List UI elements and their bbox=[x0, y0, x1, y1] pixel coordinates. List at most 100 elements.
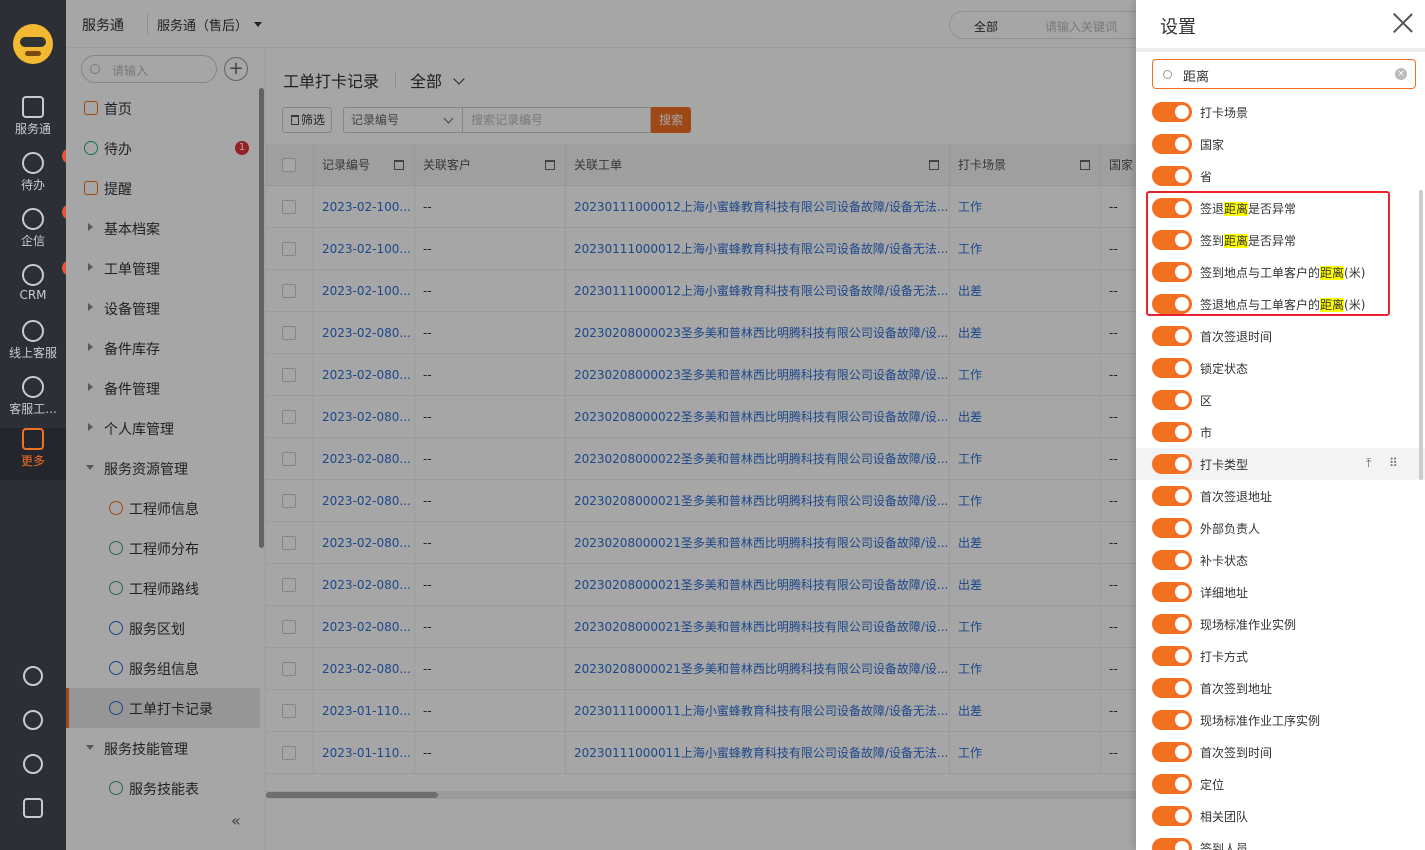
user-avatar[interactable] bbox=[13, 24, 53, 64]
visibility-toggle[interactable] bbox=[1152, 422, 1192, 442]
app-rail: 服务通 1待办 47企信 1CRM 线上客服 客服工... 更多 bbox=[0, 0, 83, 850]
field-label: 打卡方式 bbox=[1200, 648, 1248, 665]
rail-item-service[interactable]: 服务通 bbox=[0, 96, 66, 152]
visibility-toggle[interactable] bbox=[1152, 486, 1192, 506]
field-label: 相关团队 bbox=[1200, 808, 1248, 825]
visibility-toggle[interactable] bbox=[1152, 838, 1192, 850]
rail-item-service-desk[interactable]: 客服工... bbox=[0, 376, 66, 432]
field-label-text: 签到人员 bbox=[1200, 842, 1249, 850]
grid-icon bbox=[22, 428, 44, 450]
field-toggle-row[interactable]: 补卡状态 bbox=[1136, 544, 1425, 576]
field-label: 签到人员 bbox=[1200, 840, 1248, 850]
field-label-text: 打卡方式 bbox=[1200, 650, 1249, 664]
close-icon[interactable] bbox=[1392, 12, 1414, 34]
chat-icon: 47 bbox=[22, 204, 83, 230]
field-toggle-row[interactable]: 相关团队 bbox=[1136, 800, 1425, 832]
rail-item-messages[interactable]: 47企信 bbox=[0, 204, 83, 264]
field-label-text: 补卡状态 bbox=[1200, 554, 1249, 568]
field-label: 打卡场景 bbox=[1200, 104, 1248, 121]
visibility-toggle[interactable] bbox=[1152, 390, 1192, 410]
headset-icon bbox=[22, 376, 44, 398]
field-toggle-row[interactable]: 打卡类型 ⤒ ⠿ bbox=[1136, 448, 1425, 480]
field-toggle-row[interactable]: 首次签到时间 bbox=[1136, 736, 1425, 768]
pin-to-top-icon[interactable]: ⤒ bbox=[1366, 456, 1371, 471]
field-label-text: 首次签到地址 bbox=[1200, 682, 1273, 696]
field-toggle-row[interactable]: 首次签退地址 bbox=[1136, 480, 1425, 512]
field-toggle-row[interactable]: 外部负责人 bbox=[1136, 512, 1425, 544]
visibility-toggle[interactable] bbox=[1152, 742, 1192, 762]
field-label: 外部负责人 bbox=[1200, 520, 1260, 537]
visibility-toggle[interactable] bbox=[1152, 134, 1192, 154]
search-icon bbox=[1163, 70, 1172, 79]
field-toggle-row[interactable]: 详细地址 bbox=[1136, 576, 1425, 608]
field-toggle-row[interactable]: 首次签退时间 bbox=[1136, 320, 1425, 352]
field-label-text: 首次签退时间 bbox=[1200, 330, 1273, 344]
rail-item-crm[interactable]: 1CRM bbox=[0, 260, 80, 320]
rail-item-online-service[interactable]: 线上客服 bbox=[0, 320, 66, 376]
field-toggle-row[interactable]: 市 bbox=[1136, 416, 1425, 448]
field-label: 详细地址 bbox=[1200, 584, 1248, 601]
field-label-text: 省 bbox=[1200, 170, 1213, 184]
field-label-text: 外部负责人 bbox=[1200, 522, 1261, 536]
field-toggle-row[interactable]: 锁定状态 bbox=[1136, 352, 1425, 384]
field-label: 省 bbox=[1200, 168, 1212, 185]
rail-item-more[interactable]: 更多 bbox=[0, 428, 66, 480]
visibility-toggle[interactable] bbox=[1152, 166, 1192, 186]
field-toggle-row[interactable]: 区 bbox=[1136, 384, 1425, 416]
field-label-text: 区 bbox=[1200, 394, 1213, 408]
field-toggle-row[interactable]: 打卡场景 bbox=[1136, 96, 1425, 128]
clear-icon[interactable]: × bbox=[1395, 68, 1407, 80]
panel-divider bbox=[1136, 48, 1425, 52]
field-label-text: 现场标准作业工序实例 bbox=[1200, 714, 1321, 728]
field-label: 锁定状态 bbox=[1200, 360, 1248, 377]
visibility-toggle[interactable] bbox=[1152, 646, 1192, 666]
visibility-toggle[interactable] bbox=[1152, 806, 1192, 826]
field-label: 补卡状态 bbox=[1200, 552, 1248, 569]
field-toggle-row[interactable]: 国家 bbox=[1136, 128, 1425, 160]
drag-handle-icon[interactable]: ⠿ bbox=[1389, 456, 1398, 470]
field-label-text: 详细地址 bbox=[1200, 586, 1249, 600]
field-label: 国家 bbox=[1200, 136, 1224, 153]
visibility-toggle[interactable] bbox=[1152, 614, 1192, 634]
field-label-text: 打卡类型 bbox=[1200, 458, 1249, 472]
field-toggle-row[interactable]: 现场标准作业工序实例 bbox=[1136, 704, 1425, 736]
panel-scrollbar[interactable] bbox=[1419, 190, 1423, 480]
visibility-toggle[interactable] bbox=[1152, 550, 1192, 570]
visibility-toggle[interactable] bbox=[1152, 518, 1192, 538]
history-icon[interactable] bbox=[23, 754, 43, 774]
field-label: 打卡类型 bbox=[1200, 456, 1248, 473]
user-settings-icon[interactable] bbox=[23, 798, 43, 818]
smile-chat-icon bbox=[22, 320, 44, 342]
field-label: 区 bbox=[1200, 392, 1212, 409]
settings-gear-icon[interactable] bbox=[23, 710, 43, 730]
field-label: 首次签退时间 bbox=[1200, 328, 1272, 345]
field-toggle-row[interactable]: 定位 bbox=[1136, 768, 1425, 800]
modal-overlay[interactable] bbox=[66, 0, 1136, 850]
service-icon bbox=[22, 96, 44, 118]
field-toggle-row[interactable]: 省 bbox=[1136, 160, 1425, 192]
visibility-toggle[interactable] bbox=[1152, 102, 1192, 122]
help-icon[interactable] bbox=[23, 666, 43, 686]
field-toggle-row[interactable]: 现场标准作业实例 bbox=[1136, 608, 1425, 640]
field-label-text: 锁定状态 bbox=[1200, 362, 1249, 376]
visibility-toggle[interactable] bbox=[1152, 710, 1192, 730]
visibility-toggle[interactable] bbox=[1152, 326, 1192, 346]
visibility-toggle[interactable] bbox=[1152, 358, 1192, 378]
visibility-toggle[interactable] bbox=[1152, 582, 1192, 602]
field-label: 现场标准作业实例 bbox=[1200, 616, 1296, 633]
field-toggle-row[interactable]: 打卡方式 bbox=[1136, 640, 1425, 672]
field-search-value: 距离 bbox=[1183, 70, 1210, 85]
field-label-text: 首次签到时间 bbox=[1200, 746, 1273, 760]
field-search-input[interactable]: 距离 × bbox=[1152, 59, 1416, 89]
visibility-toggle[interactable] bbox=[1152, 774, 1192, 794]
field-label-text: 现场标准作业实例 bbox=[1200, 618, 1297, 632]
field-toggle-row[interactable]: 签到人员 bbox=[1136, 832, 1425, 850]
rail-item-todo[interactable]: 1待办 bbox=[0, 148, 80, 208]
field-toggle-row[interactable]: 首次签到地址 bbox=[1136, 672, 1425, 704]
visibility-toggle[interactable] bbox=[1152, 454, 1192, 474]
field-label-text: 定位 bbox=[1200, 778, 1225, 792]
field-label: 首次签到地址 bbox=[1200, 680, 1272, 697]
field-label-text: 相关团队 bbox=[1200, 810, 1249, 824]
settings-panel: 设置 距离 × 打卡场景 国家省签退距离是否异常 签到距离是否异常 签到地点与工单客户… bbox=[1136, 0, 1425, 850]
visibility-toggle[interactable] bbox=[1152, 678, 1192, 698]
